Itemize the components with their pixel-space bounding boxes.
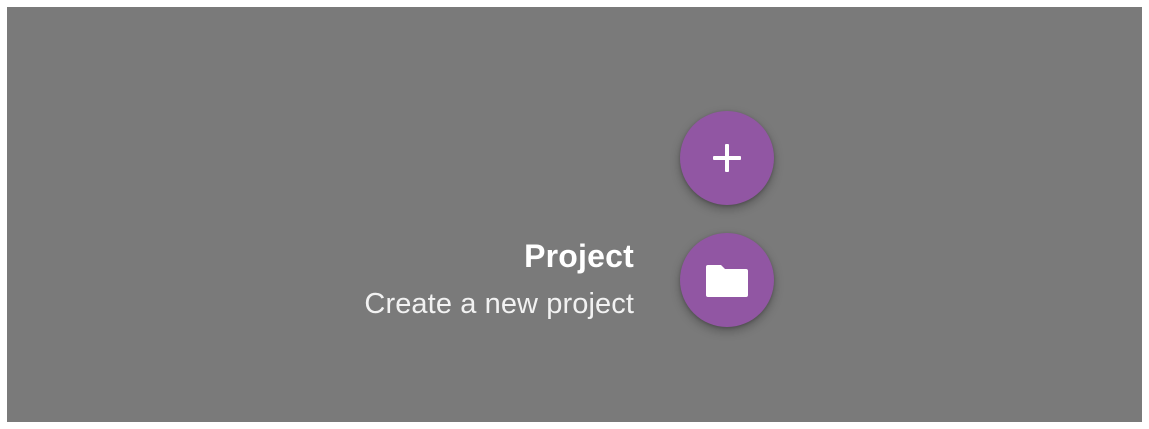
plus-icon: [710, 141, 744, 175]
project-title: Project: [524, 238, 634, 274]
add-fab-button[interactable]: [680, 111, 774, 205]
folder-icon: [704, 261, 750, 299]
project-subtitle: Create a new project: [364, 288, 634, 320]
new-project-fab-button[interactable]: [680, 233, 774, 327]
project-action-label[interactable]: Project Create a new project: [364, 237, 634, 323]
scrim-overlay[interactable]: Project Create a new project: [7, 7, 1142, 422]
